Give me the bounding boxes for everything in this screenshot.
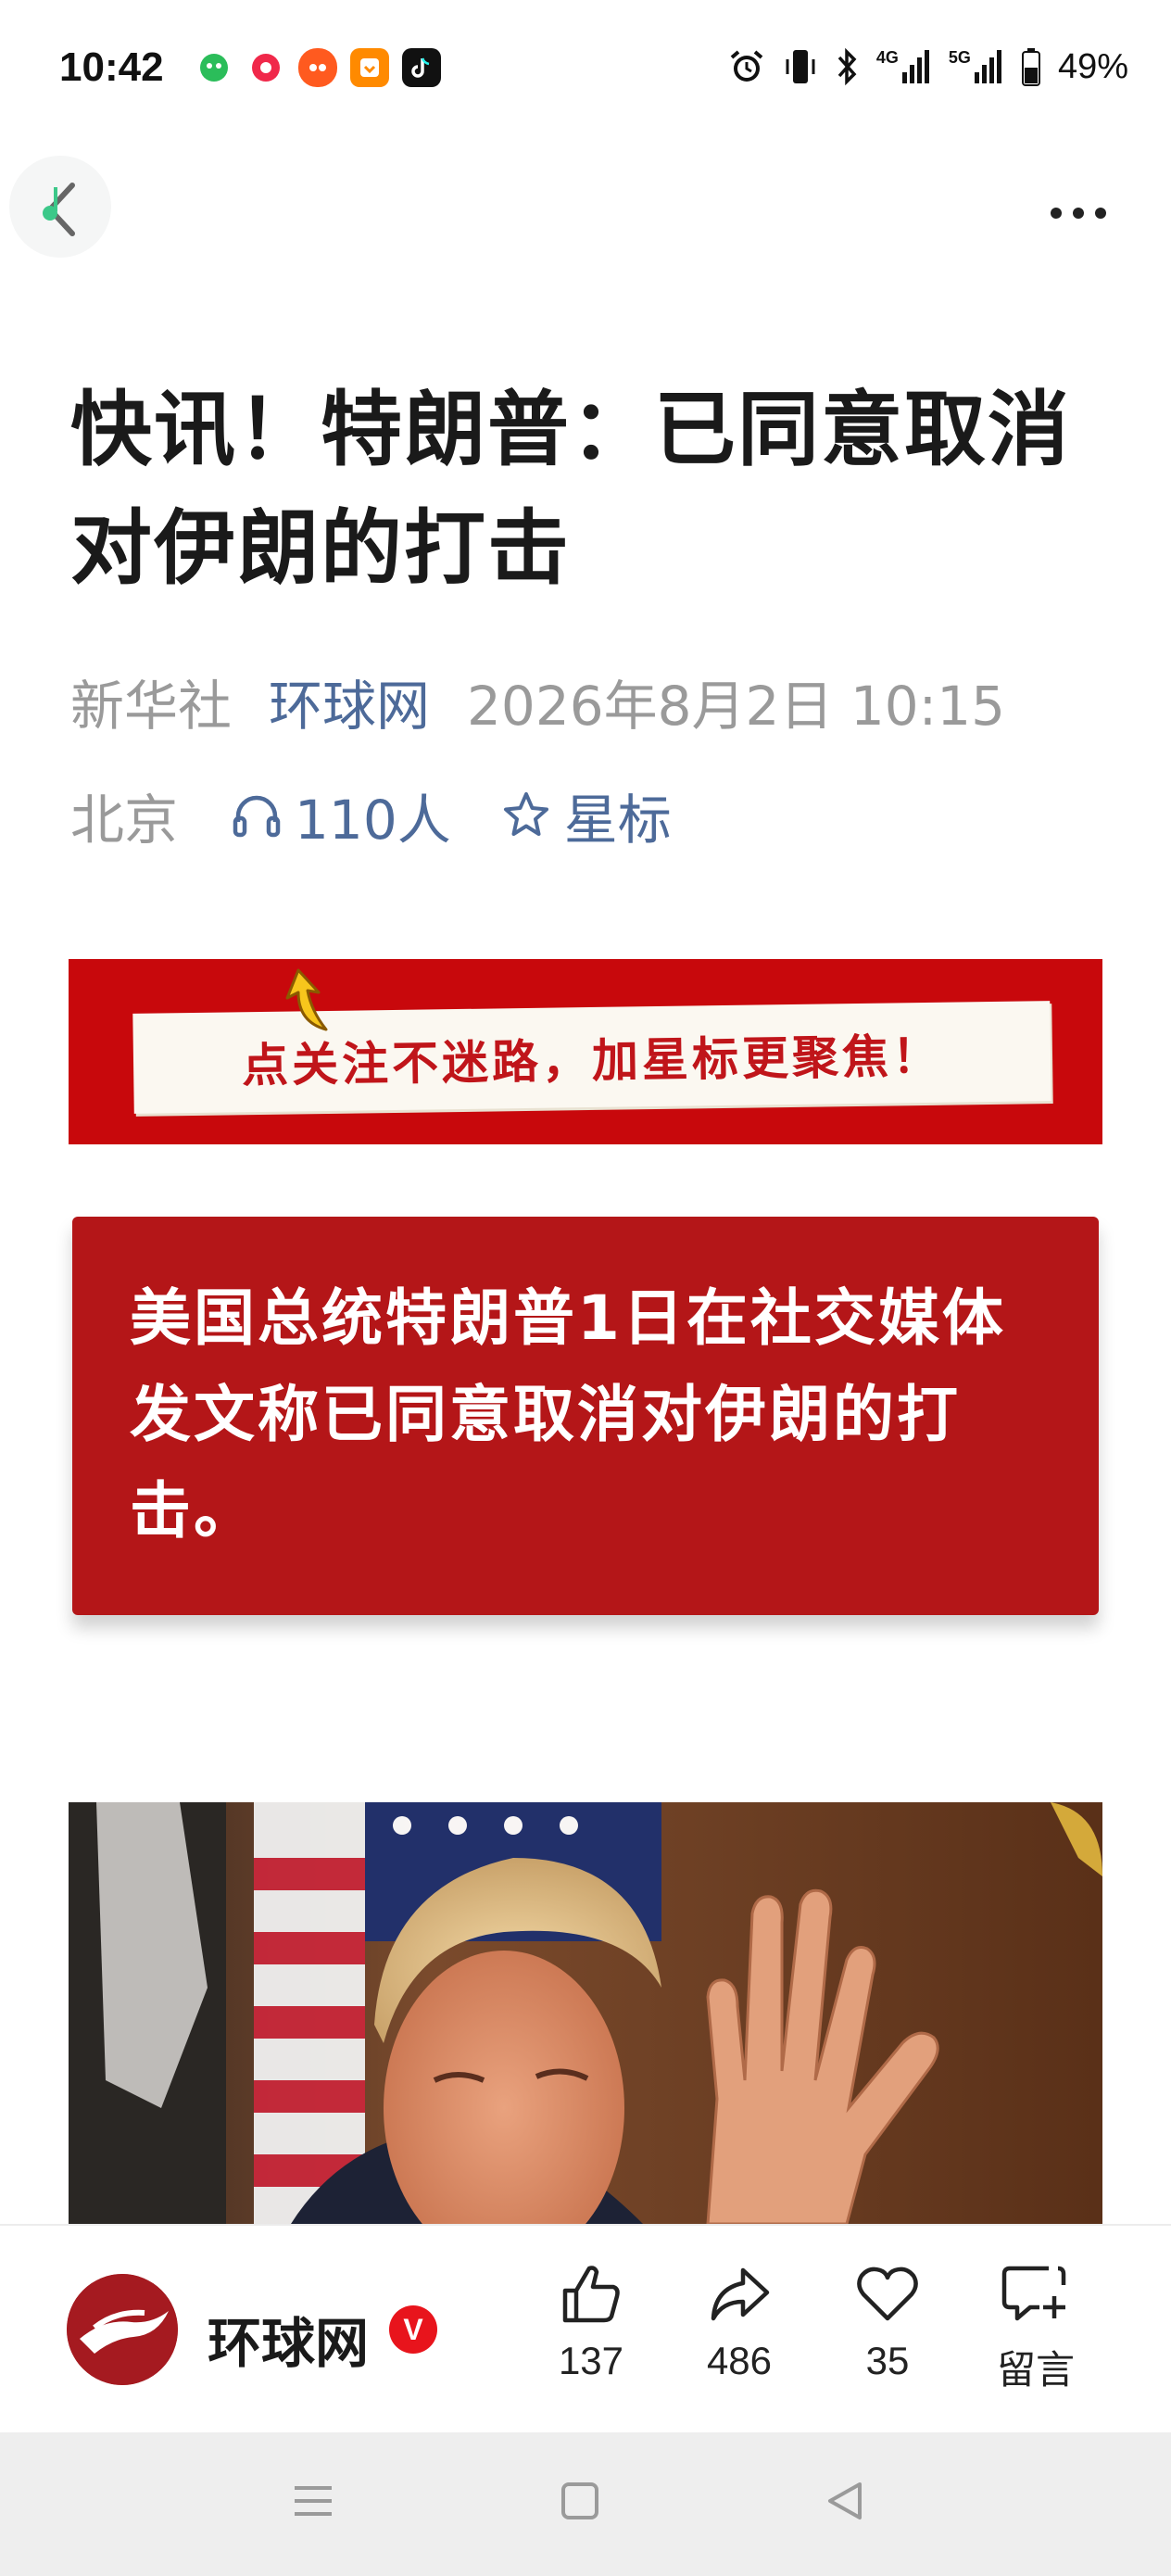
like-count: 137 [558,2339,624,2382]
battery-icon [1021,48,1040,86]
summary-text: 美国总统特朗普1日在社交媒体发文称已同意取消对伊朗的打击。 [130,1282,1006,1547]
favorite-button[interactable]: 35 [832,2261,943,2383]
share-count: 486 [706,2339,773,2382]
comment-label: 留言 [996,2347,1075,2393]
article-location: 北京 [70,789,179,852]
listeners-count: 110人 [295,789,451,852]
signal-5g-indicator: 5G [949,48,1004,85]
back-arrow-icon [43,183,75,236]
status-app-icons [195,48,441,87]
status-time: 10:42 [59,44,164,90]
comment-add-icon [1001,2266,1066,2321]
share-button[interactable]: 486 [684,2261,795,2383]
back-button[interactable] [9,156,111,258]
network-4g-label: 4G [875,48,899,67]
listen-button[interactable]: 110人 [230,777,451,854]
star-label: 星标 [563,789,672,852]
douyin-icon [402,48,441,87]
verified-badge: V [389,2305,437,2354]
orange-app-icon [350,48,389,87]
vibrate-icon [786,50,815,83]
network-5g-label: 5G [948,48,971,67]
home-square-icon[interactable] [558,2473,602,2529]
status-right-cluster: 4G 5G 49% [726,46,1128,87]
source-primary: 新华社 [70,675,233,738]
favorite-count: 35 [865,2339,910,2382]
more-dots-icon [1095,208,1106,219]
like-button[interactable]: 137 [535,2261,647,2383]
publish-datetime: 2026年8月2日 10:15 [467,675,1006,738]
source-name[interactable]: 环球网 [208,2300,369,2378]
signal-4g-indicator: 4G [876,48,932,85]
wechat-icon [195,48,233,87]
headphones-icon [233,795,281,838]
status-bar: 10:42 4G 5G 49% [0,0,1171,139]
comment-button[interactable]: 留言 [980,2261,1091,2395]
more-options-button[interactable] [1041,195,1115,232]
thumbs-up-icon [562,2266,620,2323]
share-icon [711,2267,770,2321]
summary-box: 美国总统特朗普1日在社交媒体发文称已同意取消对伊朗的打击。 [72,1217,1099,1615]
alarm-icon [730,50,763,82]
article-image [69,1802,1102,2224]
source-logo[interactable] [67,2274,178,2385]
battery-percent: 49% [1057,46,1128,86]
more-dots-icon [1051,208,1062,219]
article-meta: 新华社 环球网 2026年8月2日 10:15 [70,663,1005,740]
taobao-icon [298,48,337,87]
heart-icon [857,2267,918,2321]
system-navigation-bar [0,2432,1171,2576]
signal-icon [974,50,1001,83]
huanqiu-logo-icon [67,2274,178,2385]
source-secondary-link[interactable]: 环球网 [269,675,430,738]
signal-icon [901,50,929,83]
back-triangle-icon[interactable] [823,2473,867,2529]
menu-icon[interactable] [291,2473,335,2529]
star-icon [503,792,548,836]
arrow-up-icon [285,968,328,1031]
bluetooth-icon [837,47,857,86]
action-bar: 环球网 V 137 486 35 留言 [0,2224,1171,2432]
follow-banner: 点关注不迷路，加星标更聚焦！ [69,959,1102,1144]
more-dots-icon [1073,208,1084,219]
article-title: 快讯！特朗普：已同意取消对伊朗的打击 [70,382,1072,596]
weibo-icon [246,48,285,87]
article-photo[interactable] [69,1802,1102,2224]
star-button[interactable]: 星标 [499,777,672,854]
article-meta-2: 北京 110人 星标 [70,777,672,854]
